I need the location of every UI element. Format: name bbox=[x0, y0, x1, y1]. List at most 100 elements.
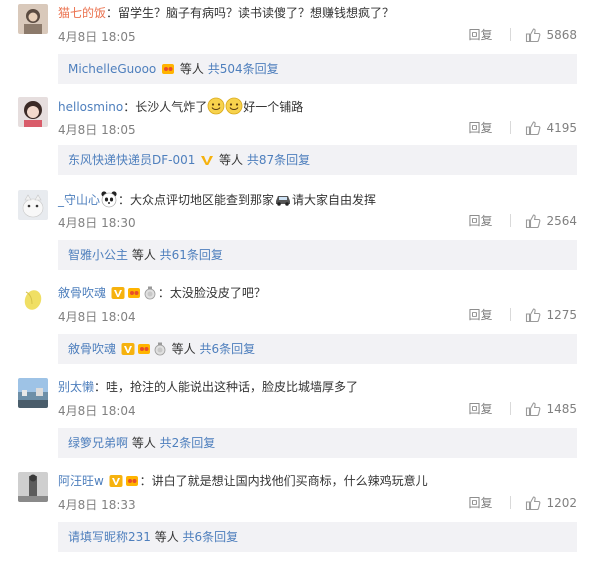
medal-badge-icon bbox=[153, 337, 167, 356]
comment-actions: 回复 5868 bbox=[468, 26, 577, 43]
sub-reply-user[interactable]: 绿箩兄弟啊 bbox=[68, 436, 128, 450]
divider bbox=[510, 214, 512, 227]
comment-username[interactable]: 别太懒 bbox=[58, 380, 94, 394]
fan-badge-icon bbox=[161, 57, 175, 74]
sub-reply-user[interactable]: MichelleGuooo bbox=[68, 62, 156, 76]
comment-time: 4月8日 18:04 bbox=[58, 310, 136, 324]
comment-time: 4月8日 18:04 bbox=[58, 404, 136, 418]
sub-reply-suffix: 等人 bbox=[150, 530, 179, 544]
comment-body: 别太懒：哇，抢注的人能说出这种话，脸皮比城墙厚多了 bbox=[58, 378, 577, 396]
comment-text: ：讲白了就是想让国内找他们买商标，什么辣鸡玩意儿 bbox=[139, 474, 428, 488]
avatar[interactable] bbox=[18, 4, 48, 34]
comment-time: 4月8日 18:30 bbox=[58, 216, 136, 230]
sub-reply-count[interactable]: 共87条回复 bbox=[243, 153, 310, 167]
avatar[interactable] bbox=[18, 97, 48, 127]
reply-button[interactable]: 回复 bbox=[468, 119, 492, 136]
vip-badge-icon bbox=[109, 474, 123, 488]
reply-button[interactable]: 回复 bbox=[468, 212, 492, 229]
divider bbox=[510, 28, 512, 41]
divider bbox=[510, 402, 512, 415]
comment-actions: 回复 2564 bbox=[468, 212, 577, 229]
fan-badge-icon bbox=[137, 337, 151, 354]
sub-reply-suffix: 等人 bbox=[215, 153, 244, 167]
divider bbox=[510, 496, 512, 509]
comment-text: ：太没脸没皮了吧？ bbox=[157, 286, 266, 300]
comment-text: ：哇，抢注的人能说出这种话，脸皮比城墙厚多了 bbox=[94, 380, 359, 394]
comment-text: ：大众点评切地区能查到那家 bbox=[118, 193, 275, 207]
like-count: 1275 bbox=[546, 307, 577, 322]
comment-text: ：留学生？脑子有病吗？读书读傻了？想赚钱想疯了？ bbox=[106, 6, 395, 20]
like-count: 1202 bbox=[546, 495, 577, 510]
comment-body: 猫七的饭：留学生？脑子有病吗？读书读傻了？想赚钱想疯了？ bbox=[58, 4, 577, 22]
vip-badge-icon bbox=[121, 337, 135, 355]
like-thumb-icon[interactable] bbox=[525, 120, 541, 136]
sub-reply-user[interactable]: 敘骨吹魂 bbox=[68, 342, 116, 356]
reply-button[interactable]: 回复 bbox=[468, 306, 492, 323]
sub-reply-user[interactable]: 智雅小公主 bbox=[68, 248, 128, 262]
comment-text-tail: 好一个铺路 bbox=[243, 100, 304, 114]
comment-actions: 回复 1202 bbox=[468, 494, 577, 511]
like-count: 5868 bbox=[546, 27, 577, 42]
like-thumb-icon[interactable] bbox=[525, 495, 541, 511]
medal-badge-icon bbox=[143, 286, 157, 300]
like-thumb-icon[interactable] bbox=[525, 401, 541, 417]
comment-username[interactable]: hellosmino bbox=[58, 100, 123, 114]
comment-actions: 回复 1275 bbox=[468, 306, 577, 323]
like-count: 4195 bbox=[546, 120, 577, 135]
sub-reply-user[interactable]: 东风快递快递员DF-001 bbox=[68, 153, 195, 167]
comment-list: 猫七的饭：留学生？脑子有病吗？读书读傻了？想赚钱想疯了？ 4月8日 18:05 … bbox=[0, 0, 597, 562]
like-thumb-icon[interactable] bbox=[525, 27, 541, 43]
comment-body: 阿汪旺w ：讲白了就是想让国内找他们买商标，什么辣鸡玩意儿 bbox=[58, 472, 577, 490]
sub-reply-suffix: 等人 bbox=[128, 436, 156, 450]
comment-actions: 回复 4195 bbox=[468, 119, 577, 136]
sub-replies-box[interactable]: 东风快递快递员DF-001 等人 共87条回复 bbox=[58, 145, 577, 175]
avatar[interactable] bbox=[18, 472, 48, 502]
divider bbox=[510, 308, 512, 321]
comment-body: _守山心 ：大众点评切地区能查到那家 请大家自由发挥 bbox=[58, 190, 577, 209]
comment-username[interactable]: 敘骨吹魂 bbox=[58, 286, 106, 300]
fan-badge-icon bbox=[127, 286, 141, 300]
fan-badge-icon bbox=[125, 474, 139, 488]
comment-username[interactable]: 猫七的饭 bbox=[58, 6, 106, 20]
sub-reply-suffix: 等人 bbox=[128, 248, 156, 262]
avatar[interactable] bbox=[18, 284, 48, 314]
avatar[interactable] bbox=[18, 190, 48, 220]
sub-replies-box[interactable]: 请填写昵称231 等人 共6条回复 bbox=[58, 522, 577, 552]
sub-reply-user[interactable]: 请填写昵称231 bbox=[68, 530, 151, 544]
comment-body: hellosmino：长沙人气炸了 好一个铺路 bbox=[58, 97, 577, 116]
vip-badge-icon bbox=[200, 148, 214, 165]
sub-reply-count[interactable]: 共504条回复 bbox=[204, 62, 279, 76]
smile-emoji-icon bbox=[207, 97, 225, 115]
sub-replies-box[interactable]: 敘骨吹魂 等人 共6条回复 bbox=[58, 334, 577, 364]
sub-reply-count[interactable]: 共6条回复 bbox=[196, 342, 255, 356]
reply-button[interactable]: 回复 bbox=[468, 400, 492, 417]
comment-username[interactable]: _守山心 bbox=[58, 193, 100, 207]
sub-reply-count[interactable]: 共61条回复 bbox=[156, 248, 223, 262]
sub-reply-count[interactable]: 共6条回复 bbox=[179, 530, 239, 544]
car-emoji-icon bbox=[274, 190, 292, 208]
vip-badge-icon bbox=[111, 286, 125, 300]
comment-text: ：长沙人气炸了 bbox=[123, 100, 208, 114]
sub-reply-count[interactable]: 共2条回复 bbox=[156, 436, 216, 450]
comment-time: 4月8日 18:33 bbox=[58, 498, 136, 512]
reply-button[interactable]: 回复 bbox=[468, 26, 492, 43]
like-count: 1485 bbox=[546, 401, 577, 416]
comment-body: 敘骨吹魂 ：太没脸没皮了吧？ bbox=[58, 284, 577, 302]
comment-text-tail: 请大家自由发挥 bbox=[292, 193, 377, 207]
avatar[interactable] bbox=[18, 378, 48, 408]
comment-actions: 回复 1485 bbox=[468, 400, 577, 417]
divider bbox=[510, 121, 512, 134]
sub-reply-suffix: 等人 bbox=[167, 342, 196, 356]
like-thumb-icon[interactable] bbox=[525, 213, 541, 229]
comment-time: 4月8日 18:05 bbox=[58, 30, 136, 44]
comment-username[interactable]: 阿汪旺w bbox=[58, 474, 104, 488]
sub-reply-suffix: 等人 bbox=[176, 62, 204, 76]
like-thumb-icon[interactable] bbox=[525, 307, 541, 323]
sub-replies-box[interactable]: MichelleGuooo 等人 共504条回复 bbox=[58, 54, 577, 84]
smile-emoji-icon bbox=[225, 97, 243, 115]
sub-replies-box[interactable]: 绿箩兄弟啊 等人 共2条回复 bbox=[58, 428, 577, 458]
sub-replies-box[interactable]: 智雅小公主 等人 共61条回复 bbox=[58, 240, 577, 270]
panda-emoji-icon bbox=[100, 190, 118, 208]
reply-button[interactable]: 回复 bbox=[468, 494, 492, 511]
comment-time: 4月8日 18:05 bbox=[58, 123, 136, 137]
